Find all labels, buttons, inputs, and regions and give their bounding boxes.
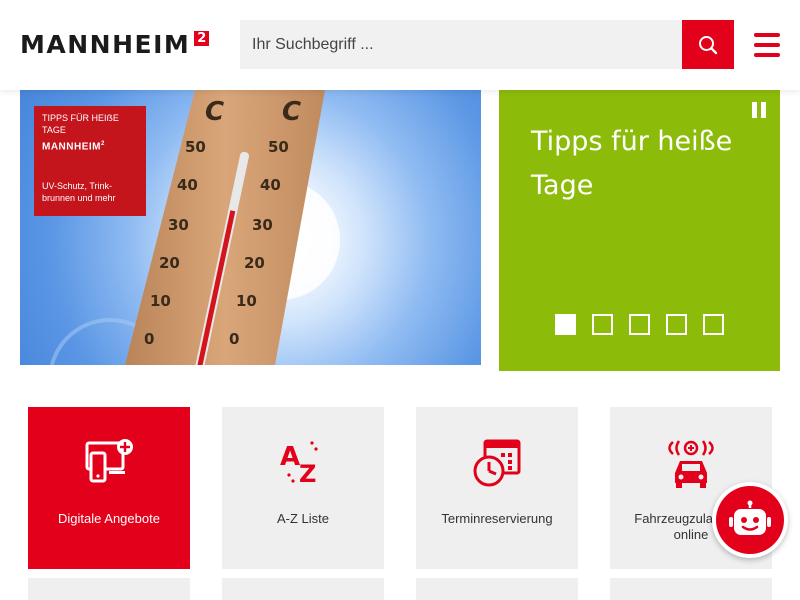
slider-dot-3[interactable] bbox=[629, 314, 650, 335]
promo-subtext: UV-Schutz, Trink-brunnen und mehr bbox=[42, 181, 116, 204]
search-button[interactable] bbox=[682, 20, 734, 69]
tile-label: A-Z Liste bbox=[276, 511, 329, 526]
svg-text:C: C bbox=[205, 97, 224, 127]
logo-text: MANNHEIM bbox=[20, 30, 191, 59]
promo-brand-sup: 2 bbox=[101, 141, 105, 147]
tile-digitale-angebote[interactable]: Digitale Angebote bbox=[28, 407, 190, 569]
a-z-icon: A Z bbox=[280, 441, 318, 485]
search-icon bbox=[699, 35, 718, 54]
car-icon bbox=[668, 440, 714, 488]
svg-text:0: 0 bbox=[229, 330, 239, 348]
chatbot-badge bbox=[716, 486, 784, 554]
promo-heading: TIPPS FÜR HEIẞE TAGE bbox=[42, 113, 119, 135]
search-box bbox=[240, 20, 682, 69]
search-input[interactable] bbox=[240, 20, 682, 69]
tile-row2-2[interactable] bbox=[222, 578, 384, 600]
tile-row2-3[interactable] bbox=[416, 578, 578, 600]
svg-text:20: 20 bbox=[244, 254, 265, 272]
svg-text:A: A bbox=[280, 442, 300, 472]
chatbot-button[interactable] bbox=[712, 482, 788, 558]
hero-panel: Tipps für heiße Tage bbox=[499, 90, 780, 371]
svg-text:30: 30 bbox=[168, 216, 189, 234]
svg-text:30: 30 bbox=[252, 216, 273, 234]
mannheim-logo[interactable]: MANNHEIM 2 bbox=[20, 30, 210, 60]
slider-dots bbox=[555, 314, 724, 335]
svg-text:40: 40 bbox=[177, 176, 198, 194]
hero-title[interactable]: Tipps für heiße Tage bbox=[531, 120, 761, 208]
tile-a-z-liste[interactable]: A Z A-Z Liste bbox=[222, 407, 384, 569]
svg-text:0: 0 bbox=[144, 330, 154, 348]
svg-text:Z: Z bbox=[299, 460, 316, 485]
tile-terminreservierung[interactable]: Terminreservierung bbox=[416, 407, 578, 569]
promo-brand: MANNHEIM2 bbox=[42, 137, 138, 154]
svg-text:40: 40 bbox=[260, 176, 281, 194]
hero-image[interactable]: 50 50 40 40 30 30 20 20 10 10 0 0 C C TIPPS FÜ… bbox=[20, 90, 481, 365]
promo-brand-text: MANNHEIM bbox=[42, 141, 101, 153]
robot-icon bbox=[729, 500, 771, 535]
svg-text:C: C bbox=[282, 97, 301, 127]
tile-row2-1[interactable] bbox=[28, 578, 190, 600]
tile-row2-4[interactable] bbox=[610, 578, 772, 600]
svg-text:10: 10 bbox=[236, 292, 257, 310]
tile-label: Digitale Angebote bbox=[58, 511, 160, 526]
tile-label: Terminreservierung bbox=[441, 511, 553, 526]
pause-button[interactable] bbox=[752, 102, 766, 118]
slider-dot-4[interactable] bbox=[666, 314, 687, 335]
slider-dot-1[interactable] bbox=[555, 314, 576, 335]
calendar-clock-icon bbox=[473, 439, 521, 487]
menu-bar bbox=[754, 43, 780, 47]
pause-icon-bar bbox=[752, 102, 757, 118]
menu-button[interactable] bbox=[752, 33, 782, 57]
digital-devices-icon bbox=[85, 439, 133, 483]
site-header: MANNHEIM 2 bbox=[0, 0, 800, 90]
slider-dot-2[interactable] bbox=[592, 314, 613, 335]
menu-bar bbox=[754, 53, 780, 57]
page: MANNHEIM 2 Ihr Suchbegriff ... 50 50 40 … bbox=[0, 0, 800, 600]
svg-text:50: 50 bbox=[268, 138, 289, 156]
promo-badge: TIPPS FÜR HEIẞE TAGE MANNHEIM2 UV-Schutz… bbox=[34, 106, 146, 216]
logo-superscript: 2 bbox=[194, 31, 210, 46]
pause-icon-bar bbox=[761, 102, 766, 118]
svg-text:50: 50 bbox=[185, 138, 206, 156]
slider-dot-5[interactable] bbox=[703, 314, 724, 335]
svg-text:20: 20 bbox=[159, 254, 180, 272]
menu-bar bbox=[754, 33, 780, 37]
svg-text:10: 10 bbox=[150, 292, 171, 310]
